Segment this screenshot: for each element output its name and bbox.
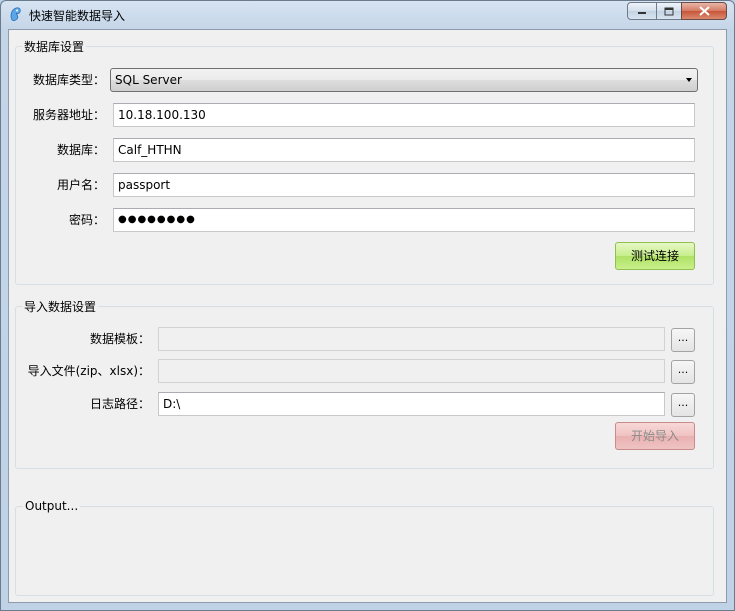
maximize-icon xyxy=(664,7,674,15)
log-path-browse-button[interactable]: ... xyxy=(671,393,695,417)
import-file-label: 导入文件(zip、xlsx)： xyxy=(27,364,150,378)
minimize-icon xyxy=(638,12,646,14)
template-input[interactable] xyxy=(158,327,665,351)
title-bar[interactable]: 快速智能数据导入 xyxy=(1,1,734,29)
password-input[interactable]: ●●●●●●●● xyxy=(113,208,695,232)
maximize-button[interactable] xyxy=(656,2,682,20)
db-type-value: SQL Server xyxy=(115,73,182,87)
server-label: 服务器地址： xyxy=(32,108,105,122)
log-path-label: 日志路径： xyxy=(89,397,150,411)
username-label: 用户名： xyxy=(56,178,105,192)
db-settings-legend: 数据库设置 xyxy=(22,38,87,55)
username-input[interactable]: passport xyxy=(113,173,695,197)
test-connection-button[interactable]: 测试连接 xyxy=(615,242,695,270)
import-file-browse-button[interactable]: ... xyxy=(671,360,695,384)
import-settings-legend: 导入数据设置 xyxy=(22,298,99,315)
output-panel[interactable] xyxy=(15,506,714,596)
chevron-down-icon xyxy=(686,78,692,82)
database-input[interactable]: Calf_HTHN xyxy=(113,138,695,162)
start-import-button[interactable]: 开始导入 xyxy=(615,422,695,450)
template-browse-button[interactable]: ... xyxy=(671,328,695,352)
client-area: 数据库设置 数据库类型： SQL Server 服务器地址： 10.18.100… xyxy=(8,29,727,603)
database-label: 数据库： xyxy=(56,143,105,157)
template-label: 数据模板： xyxy=(89,332,150,346)
password-label: 密码： xyxy=(68,213,105,227)
server-input[interactable]: 10.18.100.130 xyxy=(113,103,695,127)
app-icon xyxy=(10,7,21,22)
db-type-select[interactable]: SQL Server xyxy=(110,68,698,92)
db-type-label: 数据库类型： xyxy=(32,73,105,87)
app-window: 快速智能数据导入 数据库设置 数据库类型： SQL Server 服务器地址： … xyxy=(0,0,735,611)
close-button[interactable] xyxy=(681,2,727,20)
close-icon xyxy=(698,6,710,16)
output-label: Output... xyxy=(23,499,81,513)
minimize-button[interactable] xyxy=(627,2,657,20)
import-file-input[interactable] xyxy=(158,359,665,383)
window-title: 快速智能数据导入 xyxy=(29,9,126,23)
log-path-input[interactable]: D:\ xyxy=(158,392,665,416)
